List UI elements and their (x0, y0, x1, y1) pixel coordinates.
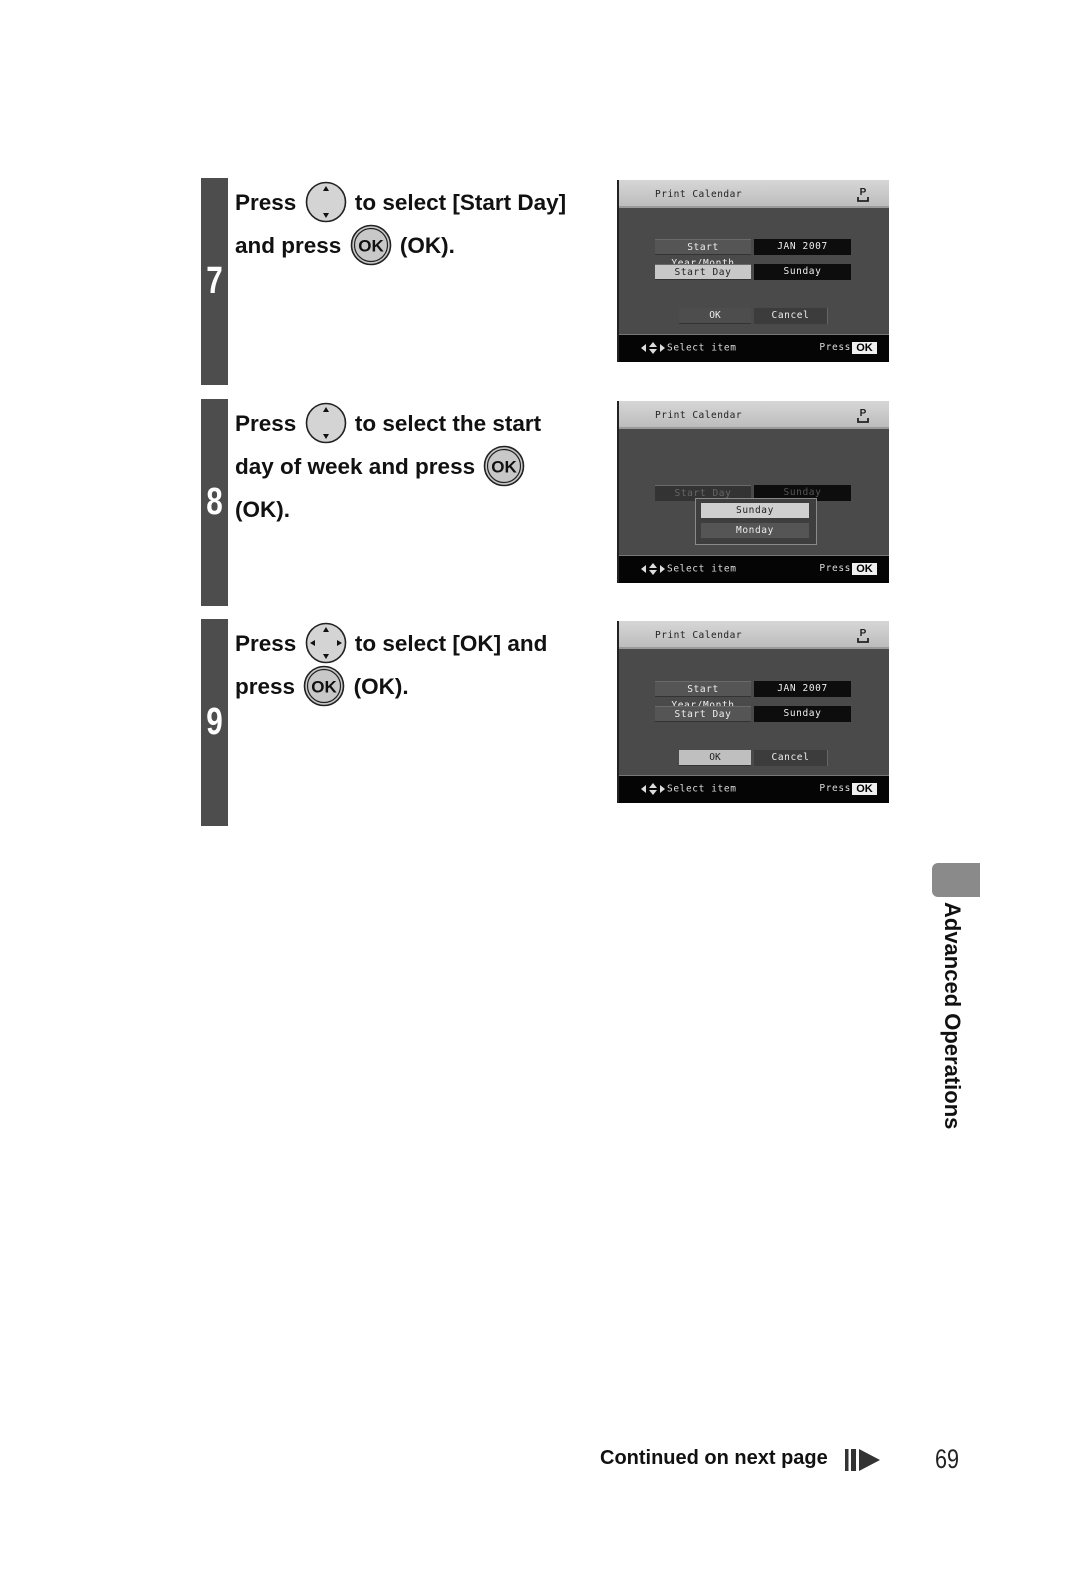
printer-icon (857, 407, 869, 427)
ok-button[interactable]: OK (679, 308, 751, 324)
camera-screen: Print Calendar Start Day Sunday Sunday M… (617, 401, 889, 583)
step-8: 8 Press to select the start day of week … (201, 399, 901, 606)
step-number-bar: 9 (201, 619, 228, 826)
cancel-button[interactable]: Cancel (754, 750, 828, 766)
instruction-text: Press (235, 411, 297, 436)
instruction-text: to select the start (354, 411, 542, 436)
screen-title-bar: Print Calendar (619, 180, 889, 208)
screen-footer: Select item Press OK (619, 775, 889, 803)
ok-key-icon: OK (852, 563, 877, 575)
instruction-text: (OK). (399, 233, 455, 259)
setting-value: JAN 2007 (754, 681, 851, 697)
camera-screen: Print Calendar Start Year/Month JAN 2007… (617, 621, 889, 803)
instruction-text: to select [OK] and (354, 631, 548, 656)
footer-press-text: Press (819, 563, 851, 574)
footer-nav-hint: Select item (641, 783, 737, 795)
step-number-bar: 7 (201, 178, 228, 385)
updown-button-icon (305, 402, 347, 444)
printer-icon (857, 627, 869, 647)
instruction-text: day of week and press (235, 454, 476, 480)
printer-icon (857, 186, 869, 206)
section-tab-marker (932, 863, 980, 897)
step-number-bar: 8 (201, 399, 228, 606)
updown-button-icon (305, 181, 347, 223)
footer-nav-hint: Select item (641, 342, 737, 354)
nav-arrows-icon (641, 342, 665, 354)
instruction-text: and press (235, 233, 342, 259)
instruction-text: (OK). (235, 497, 290, 523)
nav-arrows-icon (641, 563, 665, 575)
instruction-text: Press (235, 631, 297, 656)
step-7: 7 Press to select [Start Day] and press … (201, 178, 901, 385)
screen-footer: Select item Press OK (619, 555, 889, 583)
four-way-button-icon (305, 622, 347, 664)
setting-value: JAN 2007 (754, 239, 851, 255)
page-number: 69 (935, 1444, 960, 1474)
footer-nav-hint: Select item (641, 563, 737, 575)
setting-row-start-year-month[interactable]: Start Year/Month JAN 2007 (619, 239, 889, 269)
ok-button-icon (483, 445, 525, 487)
setting-row-start-day[interactable]: Start Day Sunday (619, 264, 889, 280)
screen-title: Print Calendar (655, 189, 743, 200)
step-number: 9 (206, 701, 223, 743)
setting-label: Start Day (655, 706, 751, 722)
screen-title: Print Calendar (655, 630, 743, 641)
ok-key-icon: OK (852, 783, 877, 795)
option-monday[interactable]: Monday (701, 523, 809, 538)
continued-notice: Continued on next page (600, 1447, 828, 1469)
step-instruction: Press to select [Start Day] and press (O… (235, 182, 605, 268)
setting-row-start-day[interactable]: Start Day Sunday (619, 706, 889, 722)
footer-press-text: Press (819, 342, 851, 353)
instruction-text: to select [Start Day] (354, 190, 567, 215)
instruction-text: Press (235, 190, 297, 215)
footer-press-text: Press (819, 783, 851, 794)
ok-button-icon (303, 665, 345, 707)
footer-nav-text: Select item (667, 342, 737, 354)
step-number: 8 (206, 481, 223, 523)
setting-value: Sunday (754, 706, 851, 722)
step-number: 7 (206, 260, 223, 302)
footer-nav-text: Select item (667, 783, 737, 795)
step-9: 9 Press to select [OK] and press (OK). P… (201, 619, 901, 826)
ok-button-icon (350, 224, 392, 266)
ok-key-icon: OK (852, 342, 877, 354)
step-instruction: Press to select [OK] and press (OK). (235, 623, 605, 709)
setting-value: Sunday (754, 264, 851, 280)
screen-title: Print Calendar (655, 410, 743, 421)
cancel-button[interactable]: Cancel (754, 308, 828, 324)
footer-nav-text: Select item (667, 563, 737, 575)
screen-footer: Select item Press OK (619, 334, 889, 362)
setting-row-start-year-month[interactable]: Start Year/Month JAN 2007 (619, 681, 889, 711)
section-label: Advanced Operations (940, 902, 965, 1130)
setting-label: Start Year/Month (655, 239, 751, 269)
instruction-text: (OK). (353, 674, 409, 700)
option-sunday[interactable]: Sunday (701, 503, 809, 518)
step-instruction: Press to select the start day of week an… (235, 403, 605, 531)
instruction-text: press (235, 674, 296, 700)
screen-title-bar: Print Calendar (619, 621, 889, 649)
continue-arrow-icon (845, 1448, 881, 1477)
screen-title-bar: Print Calendar (619, 401, 889, 429)
setting-label: Start Year/Month (655, 681, 751, 711)
camera-screen: Print Calendar Start Year/Month JAN 2007… (617, 180, 889, 362)
ok-button[interactable]: OK (679, 750, 751, 766)
day-options-popup: Sunday Monday (695, 498, 817, 545)
nav-arrows-icon (641, 783, 665, 795)
setting-label: Start Day (655, 264, 751, 280)
